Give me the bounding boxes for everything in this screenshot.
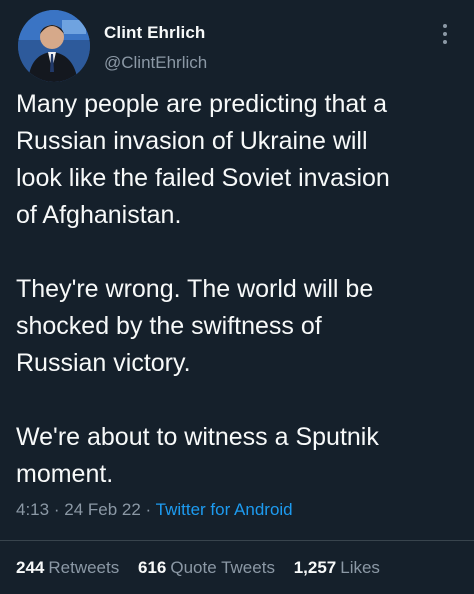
retweets-stat[interactable]: 244 Retweets <box>16 558 124 577</box>
tweet-paragraph: We're about to witness a Sputnik moment. <box>16 423 379 488</box>
quote-tweets-count: 616 <box>137 558 167 577</box>
retweets-label: Retweets <box>48 558 120 577</box>
avatar-image <box>18 10 90 82</box>
author-name[interactable]: Clint Ehrlich <box>104 23 205 43</box>
tweet-date[interactable]: 24 Feb 22 <box>64 500 141 519</box>
avatar[interactable] <box>18 10 90 82</box>
tweet-source-link[interactable]: Twitter for Android <box>156 500 293 519</box>
more-dot <box>443 40 447 44</box>
likes-count: 1,257 <box>293 558 337 577</box>
retweets-count: 244 <box>16 558 45 577</box>
tweet-meta: 4:13 · 24 Feb 22 · Twitter for Android <box>16 500 293 520</box>
quote-tweets-label: Quote Tweets <box>170 558 275 577</box>
tweet-header: Clint Ehrlich @ClintEhrlich <box>18 10 458 84</box>
meta-separator: · <box>145 500 152 519</box>
tweet-stats: 244 Retweets 616 Quote Tweets 1,257 Likes <box>16 558 394 578</box>
more-vertical-icon[interactable] <box>438 24 452 50</box>
likes-stat[interactable]: 1,257 Likes <box>294 558 380 577</box>
likes-label: Likes <box>340 558 380 577</box>
divider <box>0 540 474 541</box>
author-handle[interactable]: @ClintEhrlich <box>104 53 207 73</box>
quote-tweets-stat[interactable]: 616 Quote Tweets <box>138 558 280 577</box>
tweet-text: Many people are predicting that a Russia… <box>16 86 464 493</box>
more-dot <box>443 32 447 36</box>
tweet-paragraph: Many people are predicting that a Russia… <box>16 90 390 229</box>
tweet-card: Clint Ehrlich @ClintEhrlich Many people … <box>0 0 474 594</box>
tweet-time[interactable]: 4:13 <box>16 500 49 519</box>
tweet-paragraph: They're wrong. The world will be shocked… <box>16 275 374 377</box>
meta-separator: · <box>53 500 60 519</box>
more-dot <box>443 24 447 28</box>
